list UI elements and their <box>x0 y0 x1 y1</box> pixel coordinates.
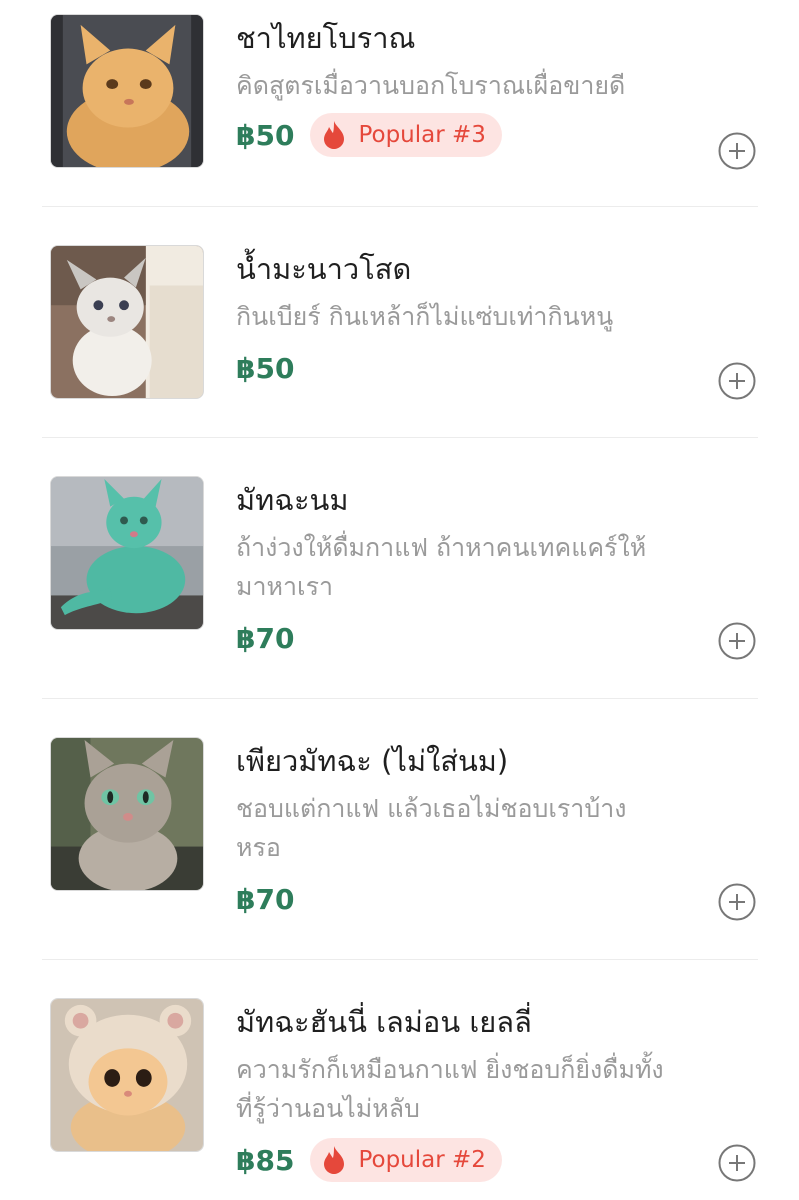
plus-circle-icon <box>718 132 756 170</box>
add-to-cart-button[interactable] <box>718 1144 756 1182</box>
price-row: ฿70 <box>236 615 310 661</box>
product-title: ชาไทยโบราณ <box>236 21 416 55</box>
product-price: ฿70 <box>236 882 295 916</box>
product-description: ถ้าง่วงให้ดื่มกาแฟ ถ้าหาคนเทคแคร์ให้มาหา… <box>236 533 647 601</box>
plus-circle-icon <box>718 362 756 400</box>
product-title: เพียวมัทฉะ (ไม่ใส่นม) <box>236 744 509 778</box>
flame-icon <box>324 1146 345 1174</box>
menu-item-matcha-latte[interactable]: มัทฉะนม ถ้าง่วงให้ดื่มกาแฟ ถ้าหาคนเทคแคร… <box>0 476 799 696</box>
product-description: คิดสูตรเมื่อวานบอกโบราณเผื่อขายดี <box>236 71 626 100</box>
price-row: ฿85 Popular #2 <box>236 1137 502 1183</box>
product-price: ฿70 <box>236 621 295 655</box>
popular-badge-label: Popular #2 <box>358 1147 486 1173</box>
popular-badge-label: Popular #3 <box>358 122 486 148</box>
menu-list: ชาไทยโบราณ คิดสูตรเมื่อวานบอกโบราณเผื่อข… <box>0 0 799 1200</box>
product-description: ชอบแต่กาแฟ แล้วเธอไม่ชอบเราบ้างหรอ <box>236 794 627 862</box>
plus-circle-icon <box>718 622 756 660</box>
price-row: ฿50 <box>236 345 310 391</box>
price-row: ฿50 Popular #3 <box>236 112 502 158</box>
product-title: น้ำมะนาวโสด <box>236 252 412 286</box>
product-description: ความรักก็เหมือนกาแฟ ยิ่งชอบก็ยิ่งดื่มทั้… <box>236 1055 664 1123</box>
product-image-bear-hat-cat <box>50 998 204 1152</box>
product-title: มัทฉะนม <box>236 483 349 517</box>
add-to-cart-button[interactable] <box>718 622 756 660</box>
flame-icon <box>324 121 345 149</box>
product-image-orange-cat <box>50 14 204 168</box>
product-price: ฿85 <box>236 1143 295 1177</box>
popular-badge: Popular #3 <box>310 113 502 157</box>
add-to-cart-button[interactable] <box>718 132 756 170</box>
product-price: ฿50 <box>236 118 295 152</box>
add-to-cart-button[interactable] <box>718 362 756 400</box>
divider <box>42 698 758 699</box>
product-price: ฿50 <box>236 351 295 385</box>
price-row: ฿70 <box>236 876 310 922</box>
menu-item-matcha-honey-lemon-jelly[interactable]: มัทฉะฮันนี่ เลม่อน เยลลี่ ความรักก็เหมือ… <box>0 998 799 1200</box>
product-image-tabby-cat <box>50 737 204 891</box>
menu-item-lime-soda[interactable]: น้ำมะนาวโสด กินเบียร์ กินเหล้าก็ไม่แซ่บเ… <box>0 245 799 435</box>
divider <box>42 437 758 438</box>
product-image-green-cat <box>50 476 204 630</box>
product-image-siamese-cat <box>50 245 204 399</box>
divider <box>42 959 758 960</box>
menu-item-thai-tea[interactable]: ชาไทยโบราณ คิดสูตรเมื่อวานบอกโบราณเผื่อข… <box>0 14 799 204</box>
plus-circle-icon <box>718 883 756 921</box>
divider <box>42 206 758 207</box>
product-description: กินเบียร์ กินเหล้าก็ไม่แซ่บเท่ากินหนู <box>236 302 614 331</box>
product-title: มัทฉะฮันนี่ เลม่อน เยลลี่ <box>236 1005 532 1039</box>
add-to-cart-button[interactable] <box>718 883 756 921</box>
popular-badge: Popular #2 <box>310 1138 502 1182</box>
plus-circle-icon <box>718 1144 756 1182</box>
menu-item-pure-matcha[interactable]: เพียวมัทฉะ (ไม่ใส่นม) ชอบแต่กาแฟ แล้วเธอ… <box>0 737 799 957</box>
